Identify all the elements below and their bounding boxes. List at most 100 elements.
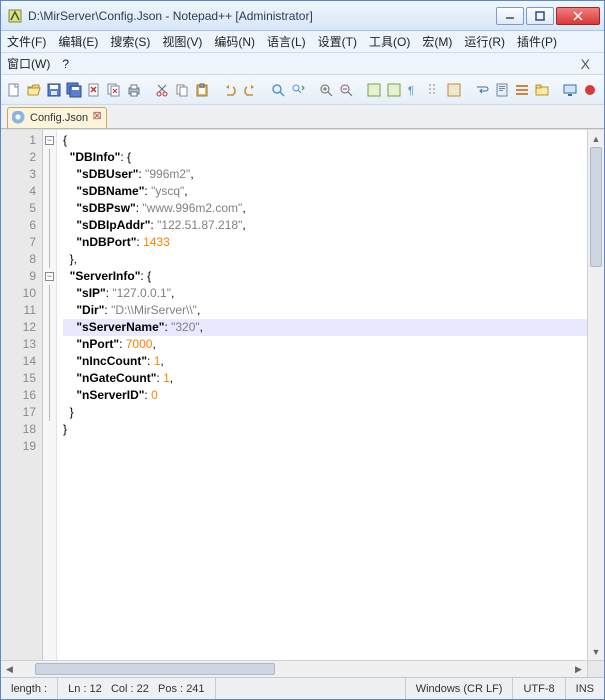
undo-icon[interactable] [221,79,239,101]
status-spacer [216,678,406,699]
sync-h-icon[interactable] [385,79,403,101]
folder-view-icon[interactable] [533,79,551,101]
hscroll-track[interactable] [18,661,570,677]
line-number: 4 [1,183,36,200]
lang-icon[interactable] [445,79,463,101]
wrap-icon[interactable] [473,79,491,101]
line-number: 11 [1,302,36,319]
print-icon[interactable] [125,79,143,101]
monitor-icon[interactable] [561,79,579,101]
code-line[interactable]: "nGateCount": 1, [63,370,587,387]
scroll-down-arrow[interactable]: ▼ [588,643,604,660]
redo-icon[interactable] [241,79,259,101]
fold-toggle-icon[interactable]: − [45,136,54,145]
doc-map-icon[interactable] [493,79,511,101]
menu-item[interactable]: 搜索(S) [104,33,156,50]
code-line[interactable]: "sDBPsw": "www.996m2.com", [63,200,587,217]
fold-line [49,200,50,217]
hscroll-thumb[interactable] [35,663,275,675]
menu-item[interactable]: 编辑(E) [52,33,104,50]
line-number: 3 [1,166,36,183]
menu-item[interactable]: 工具(O) [363,33,416,50]
menubar-close-x[interactable]: X [575,56,596,72]
status-length: length : [1,678,58,699]
menu-item[interactable]: 窗口(W) [1,55,56,72]
code-line[interactable]: } [63,404,587,421]
code-line[interactable]: "nPort": 7000, [63,336,587,353]
fold-line [49,353,50,370]
titlebar[interactable]: D:\MirServer\Config.Json - Notepad++ [Ad… [1,1,604,31]
close-all-icon[interactable] [105,79,123,101]
open-folder-icon[interactable] [25,79,43,101]
code-line[interactable]: } [63,421,587,438]
status-position: Ln : 12 Col : 22 Pos : 241 [58,678,215,699]
scroll-up-arrow[interactable]: ▲ [588,130,604,147]
indent-guide-icon[interactable] [425,79,443,101]
save-all-icon[interactable] [65,79,83,101]
zoom-in-icon[interactable] [317,79,335,101]
code-line[interactable]: "sDBUser": "996m2", [63,166,587,183]
line-number: 6 [1,217,36,234]
fold-toggle-icon[interactable]: − [45,272,54,281]
fold-line [49,404,50,421]
menu-item[interactable]: 语言(L) [261,33,312,50]
status-eol: Windows (CR LF) [406,678,514,699]
menu-item[interactable]: 视图(V) [156,33,208,50]
line-number: 9 [1,268,36,285]
minimize-button[interactable] [496,7,524,25]
zoom-out-icon[interactable] [337,79,355,101]
find-icon[interactable] [269,79,287,101]
code-line[interactable]: "sDBName": "yscq", [63,183,587,200]
code-line[interactable]: "nIncCount": 1, [63,353,587,370]
code-line[interactable] [63,438,587,455]
code-line[interactable]: }, [63,251,587,268]
code-line[interactable]: "sServerName": "320", [63,319,587,336]
line-number: 12 [1,319,36,336]
save-icon[interactable] [45,79,63,101]
line-number: 5 [1,200,36,217]
scroll-right-arrow[interactable]: ▶ [570,661,587,677]
code-line[interactable]: "sIP": "127.0.0.1", [63,285,587,302]
menu-item[interactable]: 插件(P) [511,33,563,50]
menu-item[interactable]: 文件(F) [1,33,52,50]
line-number: 18 [1,421,36,438]
vscroll-thumb[interactable] [590,147,602,267]
vertical-scrollbar[interactable]: ▲ ▼ [587,130,604,660]
menu-item[interactable]: 设置(T) [312,33,363,50]
menu-item[interactable]: 编码(N) [208,33,261,50]
ws-icon[interactable]: ¶ [405,79,423,101]
new-file-icon[interactable] [5,79,23,101]
record-macro-icon[interactable] [581,79,599,101]
status-insert-mode[interactable]: INS [566,678,604,699]
code-view[interactable]: { "DBInfo": { "sDBUser": "996m2", "sDBNa… [57,130,587,660]
cut-icon[interactable] [153,79,171,101]
scroll-left-arrow[interactable]: ◀ [1,661,18,677]
menu-item[interactable]: 运行(R) [458,33,511,50]
fold-line [49,251,50,268]
tab-config-json[interactable]: Config.Json ⊠ [7,107,107,128]
menu-item[interactable]: ? [56,57,75,71]
close-file-icon[interactable] [85,79,103,101]
sync-v-icon[interactable] [365,79,383,101]
replace-icon[interactable] [289,79,307,101]
fold-line [49,217,50,234]
code-line[interactable]: "DBInfo": { [63,149,587,166]
code-line[interactable]: { [63,132,587,149]
line-number-gutter: 12345678910111213141516171819 [1,130,43,660]
copy-icon[interactable] [173,79,191,101]
close-button[interactable] [556,7,600,25]
menu-item[interactable]: 宏(M) [416,33,458,50]
maximize-button[interactable] [526,7,554,25]
fold-line [49,336,50,353]
tab-bar: Config.Json ⊠ [1,105,604,129]
horizontal-scrollbar[interactable]: ◀ ▶ [1,660,604,677]
paste-icon[interactable] [193,79,211,101]
code-line[interactable]: "sDBIpAddr": "122.51.87.218", [63,217,587,234]
tab-close-icon[interactable]: ⊠ [91,111,103,123]
code-line[interactable]: "nDBPort": 1433 [63,234,587,251]
code-line[interactable]: "Dir": "D:\\MirServer\\", [63,302,587,319]
code-line[interactable]: "ServerInfo": { [63,268,587,285]
play-macro-icon[interactable] [601,79,605,101]
func-list-icon[interactable] [513,79,531,101]
code-line[interactable]: "nServerID": 0 [63,387,587,404]
